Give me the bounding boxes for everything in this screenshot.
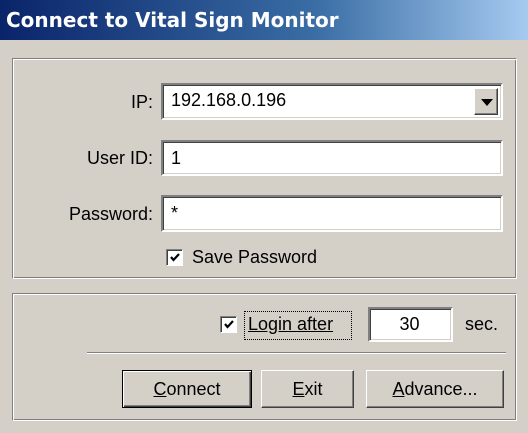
exit-button[interactable]: Exit <box>261 370 354 408</box>
login-after-checkbox[interactable] <box>220 316 237 333</box>
connect-button[interactable]: Connect <box>122 370 252 408</box>
ip-label: IP: <box>130 92 153 112</box>
password-input[interactable] <box>161 195 503 232</box>
ip-combobox[interactable]: 192.168.0.196 <box>161 83 503 120</box>
chevron-down-icon <box>481 99 493 106</box>
login-seconds-input[interactable] <box>368 307 453 342</box>
userid-label: User ID: <box>86 148 153 168</box>
checkmark-icon <box>224 320 234 329</box>
save-password-label[interactable]: Save Password <box>192 247 317 268</box>
advance-button[interactable]: Advance... <box>366 370 504 408</box>
checkmark-icon <box>170 253 180 262</box>
connect-dialog: Connect to Vital Sign Monitor IP: 192.16… <box>0 0 528 433</box>
ip-value: 192.168.0.196 <box>171 90 287 110</box>
separator <box>87 352 506 354</box>
userid-input[interactable] <box>161 140 503 176</box>
save-password-checkbox[interactable] <box>166 249 183 266</box>
ip-dropdown-button[interactable] <box>474 88 498 115</box>
seconds-unit-label: sec. <box>465 314 499 334</box>
window-title: Connect to Vital Sign Monitor <box>0 0 528 40</box>
password-label: Password: <box>68 204 153 224</box>
login-after-label[interactable]: Login after <box>248 314 333 335</box>
